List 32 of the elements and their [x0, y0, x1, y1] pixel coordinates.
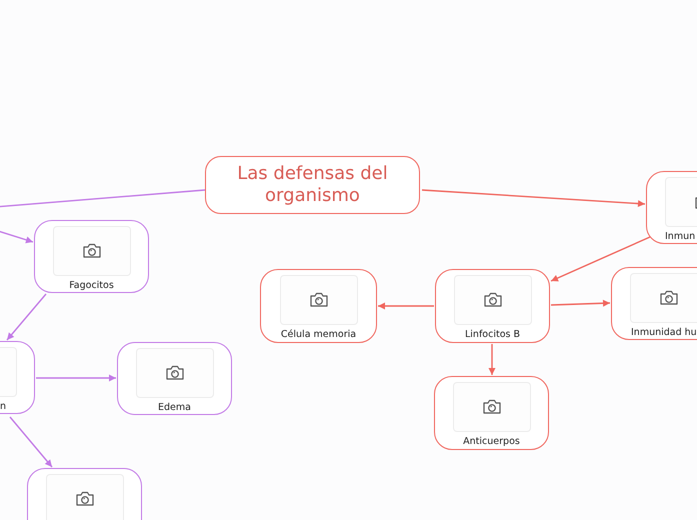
camera-icon — [164, 365, 184, 381]
mind-map-node[interactable]: Edema — [117, 342, 232, 415]
connector-arrow — [6, 294, 47, 340]
mind-map-node[interactable]: Inmun — [646, 171, 697, 244]
mind-map-node[interactable]: Anticuerpos — [434, 376, 549, 450]
camera-icon — [658, 290, 678, 306]
camera-icon — [482, 292, 502, 308]
connector-arrow — [0, 229, 34, 244]
mind-map-node[interactable]: Fagocitos — [34, 220, 149, 293]
connector-arrow — [550, 300, 610, 307]
node-label: Célula memoria — [280, 329, 356, 340]
camera-icon — [74, 491, 94, 507]
node-label: Anticuerpos — [463, 436, 520, 447]
mind-map-node[interactable] — [27, 468, 142, 520]
mind-map-node[interactable]: Linfocitos B — [435, 269, 550, 343]
mind-map-node[interactable]: n — [0, 341, 35, 414]
node-label: Fagocitos — [69, 280, 114, 291]
connector-arrow — [9, 416, 53, 468]
connector-arrow — [488, 344, 496, 375]
mind-map-node[interactable]: Célula memoria — [260, 269, 377, 343]
topic-title: Las defensas del organismo — [236, 163, 389, 207]
camera-icon — [82, 243, 102, 259]
camera-icon — [308, 292, 328, 308]
camera-icon — [482, 399, 502, 415]
node-label: Linfocitos B — [465, 329, 520, 340]
node-label: Inmunidad hu — [631, 327, 697, 338]
node-label: Edema — [158, 402, 191, 413]
node-label: Inmun — [665, 231, 696, 242]
node-label: n — [0, 401, 6, 412]
mind-map-node[interactable]: Inmunidad hu — [611, 267, 697, 340]
connector-arrow — [378, 302, 434, 310]
central-topic[interactable]: Las defensas del organismo — [205, 156, 420, 214]
